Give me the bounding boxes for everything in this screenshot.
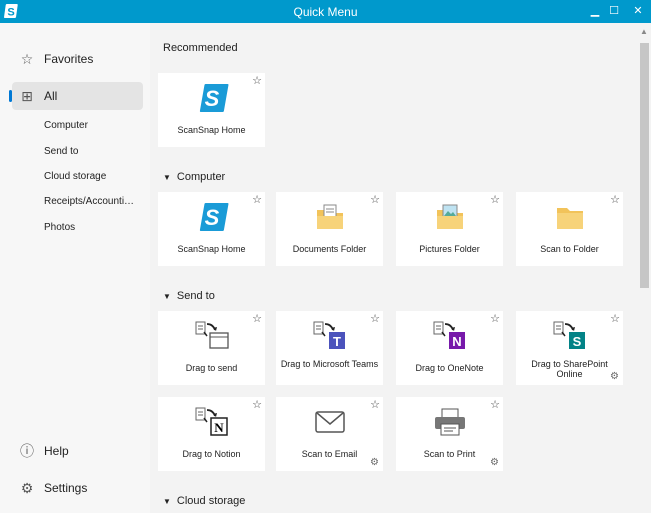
documents-folder-icon (276, 201, 383, 233)
sidebar-item-settings[interactable]: ⚙ Settings (12, 474, 143, 502)
section-title: Recommended (163, 42, 238, 54)
sidebar-item-label: Favorites (44, 52, 93, 66)
printer-icon (396, 406, 503, 438)
card-label: Scan to Folder (520, 244, 619, 254)
card-scan-to-folder[interactable]: Scan to Folder ☆ (516, 192, 623, 266)
collapse-icon: ▼ (163, 497, 171, 506)
content-area: Recommended ▼ Computer ▼ Send to ▼ Cloud st… (150, 23, 638, 513)
section-title: Cloud storage (177, 495, 246, 507)
svg-text:S: S (572, 334, 581, 349)
folder-icon (516, 201, 623, 233)
settings-gear-icon[interactable]: ⚙ (490, 457, 499, 468)
collapse-icon: ▼ (163, 292, 171, 301)
favorite-star-icon[interactable]: ☆ (490, 312, 500, 325)
card-label: Drag to OneNote (400, 363, 499, 373)
card-documents-folder[interactable]: Documents Folder ☆ (276, 192, 383, 266)
sidebar-item-cloud-storage[interactable]: Cloud storage (44, 171, 106, 182)
title-bar: S Quick Menu ▁ ☐ ✕ (0, 0, 651, 23)
card-label: ScanSnap Home (162, 244, 261, 254)
scrollbar-thumb[interactable] (640, 43, 649, 288)
help-icon: ⓘ (18, 441, 36, 461)
section-title: Computer (177, 171, 225, 183)
card-label: Scan to Print (400, 449, 499, 459)
card-label: Drag to Microsoft Teams (280, 359, 379, 369)
card-scansnap-home[interactable]: S ScanSnap Home ☆ (158, 73, 265, 147)
favorite-star-icon[interactable]: ☆ (610, 312, 620, 325)
sidebar-item-favorites[interactable]: ☆ Favorites (12, 45, 143, 73)
sidebar-item-label: Help (44, 444, 69, 458)
svg-text:S: S (204, 205, 219, 230)
favorite-star-icon[interactable]: ☆ (252, 74, 262, 87)
sidebar-item-photos[interactable]: Photos (44, 222, 75, 233)
card-scan-to-print[interactable]: Scan to Print ☆ ⚙ (396, 397, 503, 471)
card-drag-to-notion[interactable]: N Drag to Notion ☆ (158, 397, 265, 471)
collapse-icon: ▼ (163, 173, 171, 182)
sidebar-item-label: Settings (44, 481, 87, 495)
settings-gear-icon[interactable]: ⚙ (370, 457, 379, 468)
minimize-button[interactable]: ▁ (587, 4, 603, 17)
section-cloud-storage[interactable]: ▼ Cloud storage (163, 495, 245, 507)
card-drag-to-sharepoint-online[interactable]: S Drag to SharePoint Online ☆ ⚙ (516, 311, 623, 385)
card-scan-to-email[interactable]: Scan to Email ☆ ⚙ (276, 397, 383, 471)
scansnap-icon: S (158, 82, 265, 114)
sidebar-item-help[interactable]: ⓘ Help (12, 437, 143, 465)
scansnap-icon: S (158, 201, 265, 233)
star-icon: ☆ (18, 51, 36, 68)
svg-text:N: N (214, 420, 224, 435)
card-scansnap-home[interactable]: S ScanSnap Home ☆ (158, 192, 265, 266)
favorite-star-icon[interactable]: ☆ (370, 312, 380, 325)
sidebar: ☆ Favorites ⊞ All Computer Send to Cloud s… (0, 23, 150, 513)
grid-icon: ⊞ (18, 88, 36, 105)
card-label: Drag to Notion (162, 449, 261, 459)
favorite-star-icon[interactable]: ☆ (252, 193, 262, 206)
drag-send-icon (158, 320, 265, 352)
svg-text:T: T (333, 334, 341, 349)
sidebar-item-computer[interactable]: Computer (44, 120, 88, 131)
settings-gear-icon[interactable]: ⚙ (610, 371, 619, 382)
favorite-star-icon[interactable]: ☆ (490, 398, 500, 411)
svg-text:S: S (204, 86, 219, 111)
favorite-star-icon[interactable]: ☆ (370, 398, 380, 411)
favorite-star-icon[interactable]: ☆ (370, 193, 380, 206)
maximize-button[interactable]: ☐ (606, 4, 622, 17)
card-label: Drag to send (162, 363, 261, 373)
section-send-to[interactable]: ▼ Send to (163, 290, 215, 302)
card-label: Drag to SharePoint Online (520, 359, 619, 379)
gear-icon: ⚙ (18, 480, 36, 497)
card-drag-to-onenote[interactable]: N Drag to OneNote ☆ (396, 311, 503, 385)
favorite-star-icon[interactable]: ☆ (252, 312, 262, 325)
favorite-star-icon[interactable]: ☆ (252, 398, 262, 411)
window-title: Quick Menu (0, 5, 651, 19)
sidebar-item-all[interactable]: ⊞ All (12, 82, 143, 110)
card-drag-to-send[interactable]: Drag to send ☆ (158, 311, 265, 385)
card-label: Documents Folder (280, 244, 379, 254)
card-label: Scan to Email (280, 449, 379, 459)
notion-icon: N (158, 406, 265, 438)
card-drag-to-microsoft-teams[interactable]: T Drag to Microsoft Teams ☆ (276, 311, 383, 385)
email-icon (276, 406, 383, 438)
favorite-star-icon[interactable]: ☆ (610, 193, 620, 206)
favorite-star-icon[interactable]: ☆ (490, 193, 500, 206)
sidebar-item-send-to[interactable]: Send to (44, 146, 78, 157)
sidebar-item-receipts[interactable]: Receipts/Accounti… (44, 196, 134, 207)
svg-text:N: N (452, 334, 461, 349)
section-computer[interactable]: ▼ Computer (163, 171, 225, 183)
close-button[interactable]: ✕ (630, 4, 646, 17)
teams-icon: T (276, 320, 383, 352)
pictures-folder-icon (396, 201, 503, 233)
scrollbar[interactable]: ▲ (638, 23, 651, 513)
sidebar-item-label: All (44, 89, 57, 103)
onenote-icon: N (396, 320, 503, 352)
card-label: Pictures Folder (400, 244, 499, 254)
card-label: ScanSnap Home (162, 125, 261, 135)
card-pictures-folder[interactable]: Pictures Folder ☆ (396, 192, 503, 266)
section-recommended: Recommended (163, 42, 238, 54)
section-title: Send to (177, 290, 215, 302)
scroll-up-icon[interactable]: ▲ (640, 27, 648, 36)
sharepoint-icon: S (516, 320, 623, 352)
